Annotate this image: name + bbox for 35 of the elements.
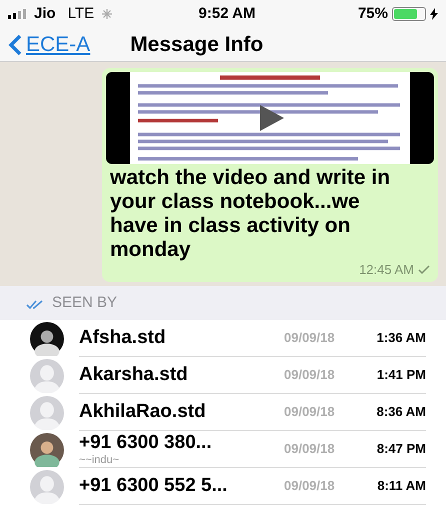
- message-time: 12:45 AM: [359, 262, 414, 278]
- back-button[interactable]: ECE-A: [8, 28, 90, 60]
- lightning-icon: [430, 8, 438, 20]
- contact-name: +91 6300 552 5...: [79, 475, 228, 497]
- seen-date: 09/09/18: [284, 366, 336, 384]
- network-label: LTE: [68, 4, 94, 24]
- screen-title: Message Info: [130, 32, 264, 58]
- avatar: [30, 432, 64, 466]
- seen-time: 1:36 AM: [376, 329, 426, 348]
- message-text: watch the video and write in your class notebook...we have in class activity on monday: [109, 166, 392, 262]
- seen-time: 8:11 AM: [376, 477, 426, 496]
- contact-name: Akarsha.std: [79, 364, 189, 386]
- seen-time: 8:36 AM: [376, 403, 426, 422]
- battery-percentage: 75%: [358, 4, 388, 24]
- seen-date: 09/09/18: [284, 477, 336, 496]
- battery-icon: [392, 7, 426, 21]
- seen-date: 09/09/18: [284, 403, 336, 422]
- carrier-label: Jio: [34, 4, 56, 24]
- contact-name: AkhilaRao.std: [79, 401, 207, 423]
- clock: 9:52 AM: [198, 4, 256, 24]
- avatar: [30, 470, 64, 504]
- section-header: SEEN BY: [52, 292, 118, 312]
- double-check-icon: [26, 300, 44, 310]
- chevron-left-icon: [8, 34, 22, 56]
- contact-status: ~~indu~: [79, 454, 120, 466]
- avatar: [30, 396, 64, 430]
- seen-date: 09/09/18: [284, 440, 336, 458]
- avatar: [30, 358, 64, 392]
- contact-name: +91 6300 380...: [79, 432, 213, 454]
- seen-time: 1:41 PM: [376, 366, 426, 384]
- contact-name: Afsha.std: [79, 327, 167, 349]
- seen-date: 09/09/18: [284, 329, 336, 348]
- seen-time: 8:47 PM: [376, 440, 426, 458]
- activity-icon: [102, 9, 112, 19]
- avatar: [30, 322, 64, 356]
